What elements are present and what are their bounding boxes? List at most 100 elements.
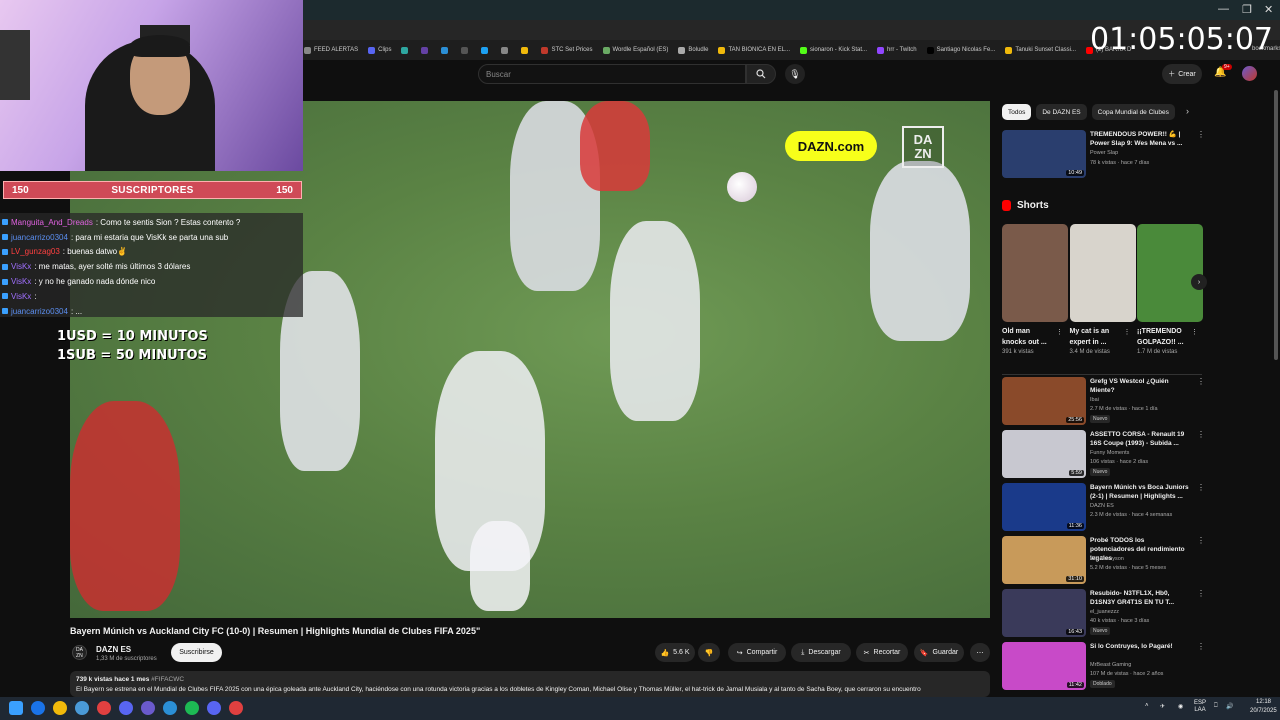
short-title[interactable]: Old man knocks out ...: [1002, 326, 1054, 348]
video-thumbnail[interactable]: 11:36: [1002, 483, 1086, 531]
bookmark-item[interactable]: Santiago Nicolas Fe...: [926, 46, 995, 54]
bookmark-item[interactable]: [421, 46, 431, 54]
rec-channel[interactable]: MrBeast Gaming: [1090, 662, 1131, 668]
recommendation-item[interactable]: 11:42 Si lo Contruyes, lo Pagaré! MrBeast …: [1002, 642, 1205, 690]
scrollbar[interactable]: [1274, 90, 1278, 360]
save-button[interactable]: 🔖 Guardar: [914, 643, 964, 662]
network-icon[interactable]: ⎕: [1214, 703, 1218, 710]
maximize-icon[interactable]: ❐: [1242, 3, 1252, 16]
more-actions-button[interactable]: ⋯: [970, 643, 990, 662]
video-thumbnail[interactable]: 16:43: [1002, 589, 1086, 637]
rec-title[interactable]: ASSETTO CORSA - Renault 19 16S Coupe (19…: [1090, 430, 1190, 448]
bookmark-item[interactable]: [481, 46, 491, 54]
recommendation-item[interactable]: 5:59 ASSETTO CORSA - Renault 19 16S Coupe…: [1002, 430, 1205, 478]
description-box[interactable]: 739 k vistas hace 1 mes #FIFACWC El Baye…: [70, 671, 990, 697]
short-title[interactable]: ¡¡TREMENDO GOLPAZO!! ...: [1137, 326, 1189, 348]
taskbar-app-icon[interactable]: [141, 701, 155, 715]
recommendation-item[interactable]: 31:10 Probé TODOS los potenciadores del r…: [1002, 536, 1205, 584]
share-button[interactable]: ↪ Compartir: [728, 643, 786, 662]
video-thumbnail[interactable]: 5:59: [1002, 430, 1086, 478]
bookmark-item[interactable]: Tanuki Sunset Classi...: [1005, 46, 1076, 54]
tray-app-icon[interactable]: ◉: [1178, 703, 1183, 710]
clock-time[interactable]: 12:18: [1256, 699, 1271, 705]
dislike-button[interactable]: 👎: [698, 643, 720, 662]
taskbar-app-icon[interactable]: [229, 701, 243, 715]
create-button[interactable]: ＋ Crear: [1162, 64, 1202, 84]
short-item[interactable]: ¡¡TREMENDO GOLPAZO!! ... 1.7 M de vistas ⋮: [1137, 224, 1203, 355]
taskbar-app-icon[interactable]: [207, 701, 221, 715]
video-thumbnail[interactable]: 10:49: [1002, 130, 1086, 178]
more-vert-icon[interactable]: ⋮: [1197, 536, 1205, 545]
more-vert-icon[interactable]: ⋮: [1197, 483, 1205, 492]
channel-avatar[interactable]: DA ZN: [72, 645, 87, 660]
channel-name[interactable]: DAZN ES: [96, 645, 131, 654]
more-vert-icon[interactable]: ⋮: [1056, 328, 1063, 336]
download-button[interactable]: ⤓ Descargar: [791, 643, 851, 662]
more-vert-icon[interactable]: ⋮: [1191, 328, 1198, 336]
recommendation-item[interactable]: 16:43 Resubido- N3TFL1X, Hb0, D1SN3Y GR4T…: [1002, 589, 1205, 637]
short-item[interactable]: My cat is an expert in ... 3.4 M de vista…: [1069, 224, 1136, 355]
taskbar-app-icon[interactable]: [119, 701, 133, 715]
clock-date[interactable]: 20/7/2025: [1250, 708, 1277, 714]
more-vert-icon[interactable]: ⋮: [1124, 328, 1131, 336]
short-title[interactable]: My cat is an expert in ...: [1070, 326, 1122, 348]
clip-button[interactable]: ✂ Recortar: [856, 643, 908, 662]
rec-channel[interactable]: Funny Moments: [1090, 450, 1129, 456]
rec-title[interactable]: Bayern Múnich vs Boca Juniors (2-1) | Re…: [1090, 483, 1190, 501]
chevron-right-icon[interactable]: ›: [1191, 274, 1207, 290]
bookmark-item[interactable]: FEED ALERTAS: [304, 46, 358, 54]
rec-channel[interactable]: Power Slap: [1090, 150, 1118, 156]
more-vert-icon[interactable]: ⋮: [1197, 430, 1205, 439]
short-thumbnail[interactable]: [1069, 224, 1136, 322]
short-thumbnail[interactable]: [1137, 224, 1203, 322]
language-indicator[interactable]: ESP LAA: [1194, 700, 1206, 714]
rec-channel[interactable]: el_juanezzz: [1090, 609, 1119, 615]
video-thumbnail[interactable]: 11:42: [1002, 642, 1086, 690]
video-player[interactable]: [70, 101, 990, 618]
rec-title[interactable]: Resubido- N3TFL1X, Hb0, D1SN3Y GR4T1S EN…: [1090, 589, 1190, 607]
recommendation-item[interactable]: 25:56 Grefg VS Westcol ¿Quién Miente? Ibai…: [1002, 377, 1205, 425]
volume-icon[interactable]: 🔊: [1226, 703, 1233, 710]
bookmark-item[interactable]: sionaron - Kick Stat...: [800, 46, 867, 54]
recommendation-item[interactable]: 10:49 TREMENDOUS POWER!! 💪 | Power Slap …: [1002, 130, 1205, 178]
short-thumbnail[interactable]: [1002, 224, 1068, 322]
subscribe-button[interactable]: Suscribirse: [171, 643, 222, 662]
voice-search-button[interactable]: 🎙: [785, 64, 805, 84]
minimize-icon[interactable]: —: [1218, 3, 1229, 15]
bookmark-item[interactable]: Boludle: [678, 46, 708, 54]
bookmark-item[interactable]: [401, 46, 411, 54]
filter-chip[interactable]: Copa Mundial de Clubes: [1091, 104, 1175, 120]
taskbar-app-icon[interactable]: [75, 701, 89, 715]
rec-channel[interactable]: DAZN ES: [1090, 503, 1114, 509]
bookmark-item[interactable]: [521, 46, 531, 54]
short-item[interactable]: Old man knocks out ... 391 k vistas ⋮: [1002, 224, 1068, 355]
taskbar-app-icon[interactable]: [163, 701, 177, 715]
bookmark-item[interactable]: STC Set Prices: [541, 46, 593, 54]
chevron-right-icon[interactable]: ›: [1186, 106, 1189, 116]
rec-channel[interactable]: Ibai: [1090, 397, 1099, 403]
bookmark-item[interactable]: [501, 46, 511, 54]
search-input[interactable]: Buscar: [478, 64, 746, 84]
tray-chevron-icon[interactable]: ˄: [1145, 703, 1149, 709]
search-button[interactable]: [746, 64, 776, 84]
taskbar-app-icon[interactable]: [97, 701, 111, 715]
taskbar-app-icon[interactable]: [31, 701, 45, 715]
hashtag-link[interactable]: #FIFACWC: [151, 676, 184, 683]
recommendation-item[interactable]: 11:36 Bayern Múnich vs Boca Juniors (2-1)…: [1002, 483, 1205, 531]
bookmark-item[interactable]: [461, 46, 471, 54]
bookmark-item[interactable]: TAN BIONICA EN EL...: [718, 46, 790, 54]
rec-title[interactable]: Si lo Contruyes, lo Pagaré!: [1090, 642, 1190, 651]
like-button[interactable]: 👍 5.6 K: [655, 643, 695, 662]
more-vert-icon[interactable]: ⋮: [1197, 589, 1205, 598]
filter-chip[interactable]: De DAZN ES: [1036, 104, 1087, 120]
more-vert-icon[interactable]: ⋮: [1197, 377, 1205, 386]
rec-title[interactable]: Grefg VS Westcol ¿Quién Miente?: [1090, 377, 1190, 395]
close-icon[interactable]: ✕: [1264, 3, 1273, 16]
tray-app-icon[interactable]: ✈: [1160, 703, 1165, 710]
bookmark-item[interactable]: [441, 46, 451, 54]
avatar[interactable]: [1242, 66, 1257, 81]
bookmark-item[interactable]: Clips: [368, 46, 391, 54]
video-thumbnail[interactable]: 31:10: [1002, 536, 1086, 584]
windows-start-icon[interactable]: [9, 701, 23, 715]
bookmark-item[interactable]: hrr - Twitch: [877, 46, 917, 54]
